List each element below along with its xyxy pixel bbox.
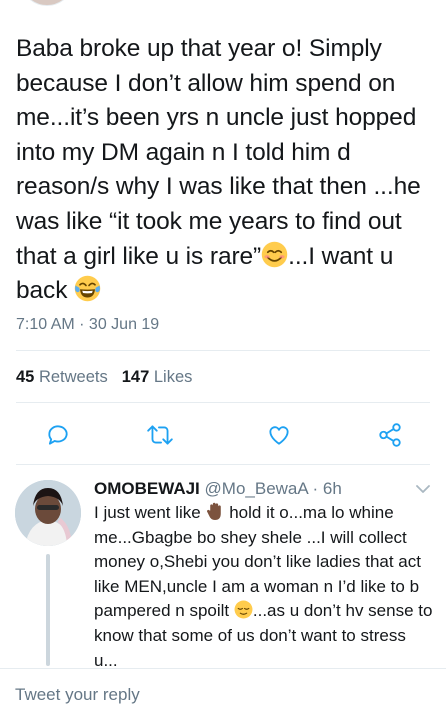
tears-of-joy-icon	[74, 275, 101, 302]
retweets-label: Retweets	[38, 368, 108, 386]
tweet-text-part1: Baba broke up that year o! Simply becaus…	[16, 35, 428, 270]
like-button[interactable]	[264, 420, 294, 450]
divider-bottom	[16, 464, 430, 465]
tweet-timestamp[interactable]: 7:10 AM · 30 Jun 19	[16, 316, 159, 334]
reply-icon	[48, 425, 68, 445]
raised-hand-icon	[206, 502, 221, 520]
tweet-stats: 45 Retweets 147 Likes	[16, 368, 192, 387]
divider-middle	[16, 402, 430, 403]
likes-count: 147	[121, 368, 150, 386]
previous-tweet-avatar[interactable]	[20, 0, 74, 6]
reply-header: OMOBEWAJI @Mo_BewaA · 6h	[94, 478, 342, 500]
relieved-face-icon	[234, 600, 253, 619]
tweet-body: Baba broke up that year o! Simply becaus…	[16, 32, 436, 309]
reply-button[interactable]	[43, 420, 73, 450]
retweets-stat[interactable]: 45 Retweets	[16, 368, 108, 386]
likes-stat[interactable]: 147 Likes	[122, 368, 193, 386]
reply-body: I just went like hold it o...ma lo whine…	[94, 501, 434, 673]
reply-handle-time: @Mo_BewaA · 6h	[204, 479, 342, 498]
divider-top	[16, 350, 430, 351]
smiling-face-icon	[261, 241, 288, 267]
retweet-icon	[147, 425, 173, 445]
share-button[interactable]	[375, 420, 405, 450]
chevron-down-icon[interactable]	[416, 484, 430, 494]
reply-compose-bar	[0, 668, 446, 720]
retweets-count: 45	[16, 368, 35, 386]
share-icon	[379, 423, 401, 447]
reply-avatar[interactable]	[15, 480, 81, 546]
tweet-actions	[0, 420, 446, 450]
thread-line	[46, 554, 50, 666]
avatar-photo	[15, 480, 81, 546]
heart-icon	[269, 426, 289, 445]
reply-text-part1: I just went like	[94, 503, 206, 522]
reply-display-name[interactable]: OMOBEWAJI	[94, 479, 200, 498]
tweet-reply-input[interactable]	[15, 685, 415, 705]
likes-label: Likes	[153, 368, 193, 386]
retweet-button[interactable]	[145, 420, 175, 450]
